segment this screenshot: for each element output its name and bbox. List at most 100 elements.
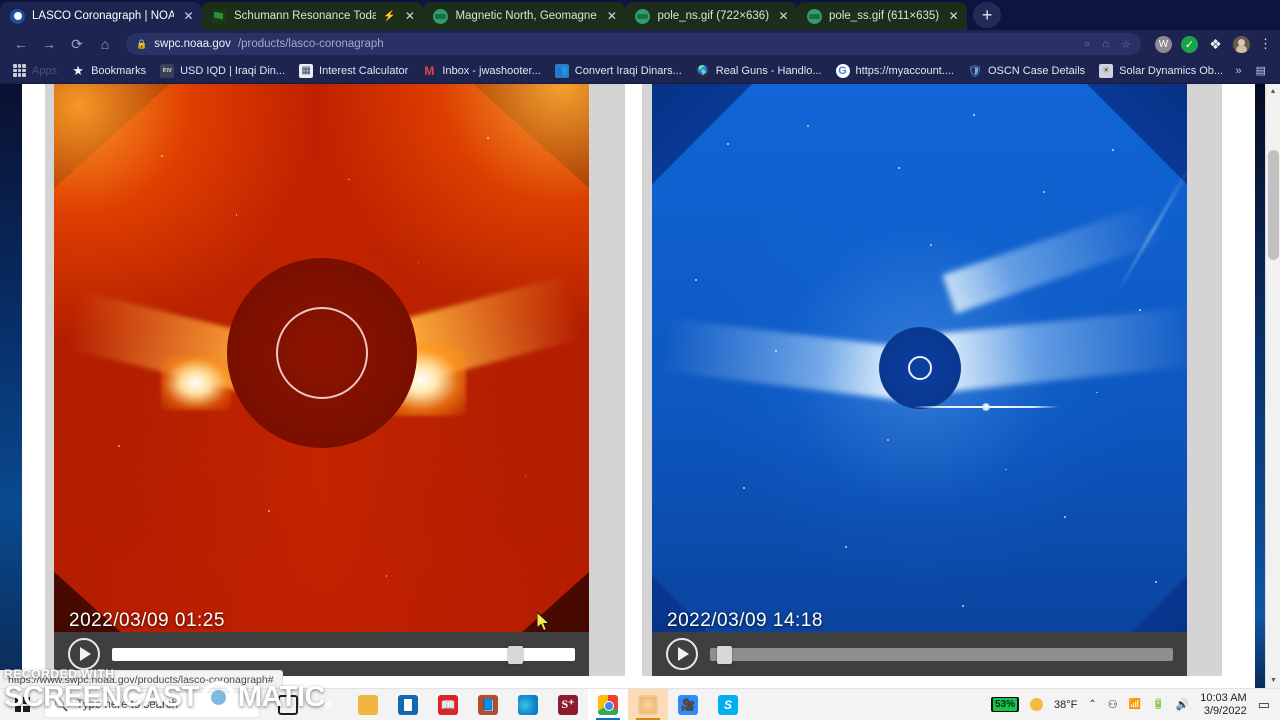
tab-strip: LASCO Coronagraph | NOAA / N ✕ Schumann … [0, 0, 1280, 30]
screencast-o-matic-icon[interactable] [628, 688, 668, 720]
lasco-c3-blue-image [652, 84, 1187, 676]
bookmark-item-2[interactable]: ▦ Interest Calculator [292, 62, 415, 80]
play-button[interactable] [666, 638, 698, 670]
browser-window: LASCO Coronagraph | NOAA / N ✕ Schumann … [0, 0, 1280, 720]
lasco-c3-blue-player[interactable]: 2022/03/09 14:18 [652, 84, 1187, 676]
bookmark-star-icon[interactable]: ☆ [1121, 38, 1131, 51]
avatar[interactable] [1233, 35, 1250, 53]
browser-tab-0[interactable]: LASCO Coronagraph | NOAA / N ✕ [0, 2, 202, 30]
scroll-up-icon[interactable]: ▲ [1266, 84, 1280, 99]
forward-icon[interactable]: → [36, 31, 62, 57]
scroll-down-icon[interactable]: ▼ [1266, 673, 1280, 688]
bookmark-item-5[interactable]: 🌎 Real Guns - Handlo... [689, 62, 829, 80]
back-icon[interactable]: ← [8, 31, 34, 57]
file-explorer-icon[interactable] [348, 689, 388, 720]
home-icon[interactable]: ⌂ [92, 31, 118, 57]
bookmarks-overflow-icon[interactable]: » [1235, 65, 1241, 77]
play-button[interactable] [68, 638, 100, 670]
chrome-menu-icon[interactable]: ⋮ [1259, 36, 1272, 52]
progress-slider[interactable] [112, 645, 575, 664]
timestamp-overlay: 2022/03/09 14:18 [667, 610, 823, 631]
bookmark-item-3[interactable]: M Inbox - jwashooter... [415, 62, 547, 80]
wikipedia-extension-icon[interactable]: W [1155, 35, 1172, 53]
puzzle-extensions-icon[interactable]: ❖ [1207, 36, 1224, 53]
browser-tab-2[interactable]: Magnetic North, Geomagnetic a ✕ [423, 2, 626, 30]
weather-sun-icon[interactable] [1029, 698, 1043, 711]
windows-start-icon[interactable] [0, 697, 44, 712]
volume-icon[interactable]: 🔊 [1176, 698, 1190, 711]
battery-icon[interactable]: 🔋 [1152, 699, 1164, 710]
browser-tab-3[interactable]: pole_ns.gif (722×636) ✕ [625, 2, 798, 30]
flag-icon [212, 8, 227, 24]
stamps-app-icon[interactable]: S⁺ [548, 689, 588, 720]
reload-icon[interactable]: ⟳ [64, 31, 90, 57]
microsoft-store-icon[interactable] [388, 689, 428, 720]
globe-icon [433, 8, 449, 24]
bookmark-item-6[interactable]: G https://myaccount.... [829, 62, 961, 80]
notifications-icon[interactable]: ▭ [1258, 697, 1270, 713]
clock-date: 3/9/2022 [1203, 704, 1247, 717]
bookmark-item-8[interactable]: ☀ Solar Dynamics Ob... [1092, 62, 1230, 80]
tab-title: Schumann Resonance Today [234, 10, 376, 22]
tab-close-icon[interactable]: ✕ [402, 9, 417, 24]
bookmark-item-1[interactable]: inv USD IQD | Iraqi Din... [153, 62, 292, 80]
browser-tab-1[interactable]: Schumann Resonance Today ⚡ ✕ [202, 2, 424, 30]
skype-app-icon[interactable]: S [708, 689, 748, 720]
slider-thumb[interactable] [507, 645, 523, 664]
scrollbar-thumb[interactable] [1268, 150, 1279, 260]
shield-icon: 🛡 [967, 63, 983, 78]
battery-percent-badge: 53% [990, 697, 1019, 712]
bookmark-item-4[interactable]: 👥 Convert Iraqi Dinars... [548, 62, 689, 80]
wifi-icon[interactable]: 📶 [1129, 699, 1141, 710]
search-icon[interactable]: ⌕ [1084, 38, 1090, 51]
browser-tab-4[interactable]: pole_ss.gif (611×635) ✕ [797, 2, 968, 30]
cortana-circle-icon[interactable] [268, 689, 308, 720]
checkmark-extension-icon[interactable]: ✓ [1181, 35, 1198, 53]
bookmark-label: Bookmarks [91, 64, 147, 77]
windows-taskbar: 🔍 Type here to search ⎆ 📖 📘 S⁺ 🎥 S 53% 3… [0, 688, 1280, 720]
onedrive-icon[interactable]: ⚇ [1108, 698, 1118, 711]
weather-temperature[interactable]: 38°F [1054, 699, 1077, 711]
page-scrollbar[interactable]: ▲ ▼ [1265, 84, 1280, 688]
google-chrome-icon[interactable] [588, 688, 628, 720]
lasco-c3-red-player[interactable]: 2022/03/09 01:25 [54, 84, 589, 676]
tab-close-icon[interactable]: ✕ [604, 9, 619, 24]
task-view-icon[interactable]: ⎆ [308, 689, 348, 720]
bookmark-item-0[interactable]: ★ Bookmarks [64, 62, 153, 80]
zoom-app-icon[interactable]: 🎥 [668, 689, 708, 720]
inv-icon: inv [160, 63, 175, 78]
clock[interactable]: 10:03 AM 3/9/2022 [1200, 692, 1246, 717]
sun-icon: ☀ [1099, 63, 1114, 78]
tab-title: LASCO Coronagraph | NOAA / N [32, 10, 174, 22]
tab-close-icon[interactable]: ✕ [776, 9, 791, 24]
globe-dark-icon: 🌎 [695, 63, 710, 78]
progress-slider[interactable] [710, 645, 1173, 664]
bookmark-label: Real Guns - Handlo... [715, 64, 822, 77]
star-icon: ★ [72, 62, 84, 78]
lasco-c3-red-image [54, 84, 589, 676]
bookmark-item-7[interactable]: 🛡 OSCN Case Details [961, 62, 1092, 80]
timestamp-overlay: 2022/03/09 01:25 [69, 610, 225, 631]
apps-shortcut[interactable]: Apps [6, 62, 64, 79]
taskbar-search-input[interactable]: 🔍 Type here to search [44, 691, 260, 718]
player-controls [652, 632, 1187, 676]
apps-label: Apps [32, 64, 58, 77]
cast-icon[interactable]: ⌂ [1102, 38, 1109, 50]
reading-list-icon[interactable]: ▤ [1256, 64, 1266, 77]
book-app-icon[interactable]: 📖 [428, 689, 468, 720]
url-path: /products/lasco-coronagraph [237, 38, 384, 50]
new-tab-button[interactable]: + [973, 2, 1002, 28]
bookmark-label: USD IQD | Iraqi Din... [180, 64, 286, 77]
slider-thumb[interactable] [717, 645, 733, 664]
microsoft-edge-icon[interactable] [508, 689, 548, 720]
address-bar[interactable]: 🔒 swpc.noaa.gov/products/lasco-coronagra… [126, 33, 1141, 55]
star-field [652, 84, 1187, 676]
calculator-icon: ▦ [299, 63, 314, 78]
search-placeholder: Type here to search [76, 698, 178, 711]
tab-close-icon[interactable]: ✕ [946, 9, 961, 24]
tray-expand-chevron-icon[interactable]: ⌃ [1088, 699, 1096, 710]
globe-icon [635, 8, 651, 24]
tab-title: pole_ns.gif (722×636) [657, 10, 770, 22]
tab-close-icon[interactable]: ✕ [181, 9, 196, 24]
pdf-reader-icon[interactable]: 📘 [468, 689, 508, 720]
